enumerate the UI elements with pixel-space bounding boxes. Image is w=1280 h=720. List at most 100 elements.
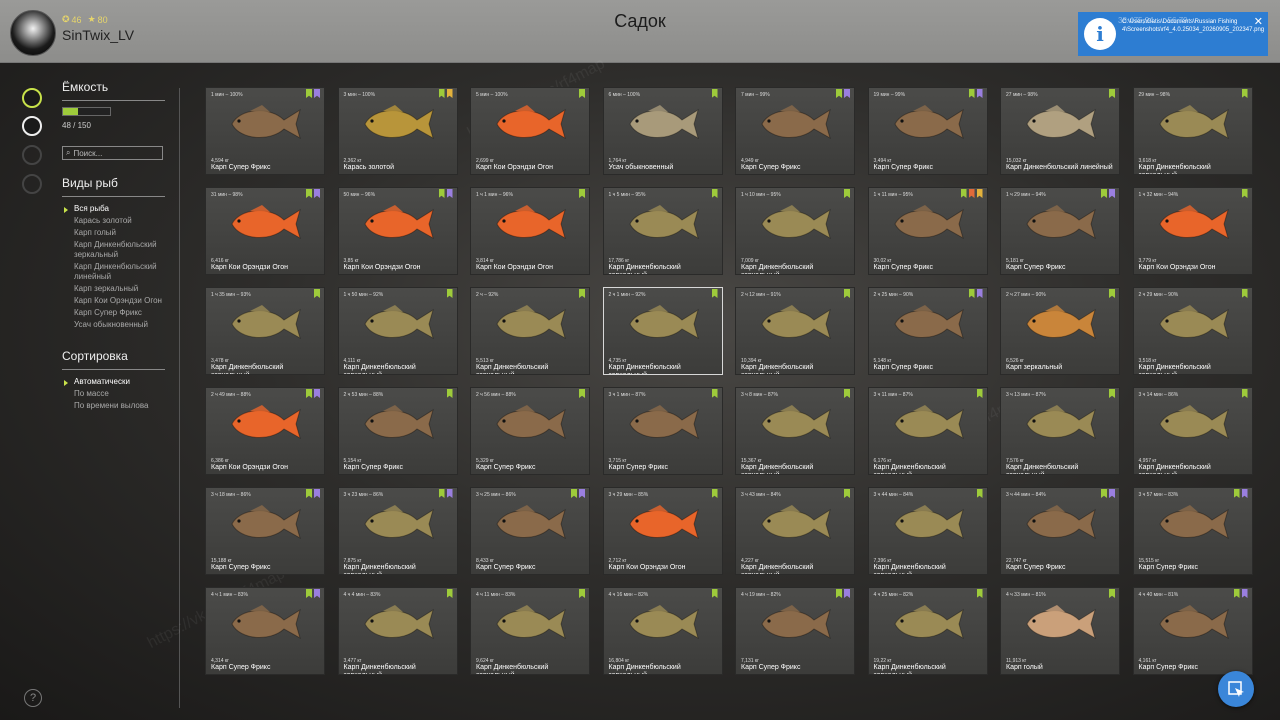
- catch-time: 4 ч 33 мин – 81%: [1006, 592, 1046, 598]
- fish-card[interactable]: 2 ч 49 мин – 88% 6,386 кг Карп Кои Орэндзи…: [205, 387, 325, 475]
- flag-icon: [579, 89, 585, 98]
- gear-icon[interactable]: [22, 174, 42, 194]
- catch-time: 3 ч 14 мин – 86%: [1138, 392, 1179, 398]
- fish-name: Карп Динкенбюльский зеркальный: [608, 664, 681, 674]
- fish-flags: [579, 189, 585, 198]
- fish-card[interactable]: 3 ч 8 мин – 87% 15,367 кг Карп Динкенбюльс…: [735, 387, 855, 475]
- fish-card[interactable]: 1 ч 5 мин – 95% 17,786 кг Карп Динкенбюльс…: [602, 187, 723, 275]
- fish-card[interactable]: 3 ч 25 мин – 86% 8,433 кг Карп Супер Фрикс: [470, 487, 590, 575]
- species-filter-item[interactable]: Карп Динкенбюльский линейный: [62, 261, 170, 283]
- flag-icon: [1241, 489, 1248, 498]
- fish-flags: [844, 289, 850, 298]
- help-icon[interactable]: ?: [24, 689, 42, 707]
- catch-time: 3 ч 13 мин – 87%: [1006, 392, 1046, 398]
- search-input[interactable]: ⌕ Поиск...: [62, 146, 163, 160]
- fish-card[interactable]: 27 мин – 98% 15,032 кг Карп Динкенбюльский…: [1000, 87, 1120, 175]
- fish-card[interactable]: 3 ч 1 мин – 87% 3,715 кг Карп Супер Фрикс: [602, 387, 723, 475]
- flag-icon: [1241, 89, 1248, 98]
- fish-name: Карп Динкенбюльский зеркальный: [873, 564, 946, 574]
- fish-card[interactable]: 2 ч – 92%5,513 кгКарп Динкенбюльский зер…: [470, 287, 590, 375]
- fish-card[interactable]: 3 ч 13 мин – 87% 7,576 кг Карп Динкенбюльс…: [1000, 387, 1120, 475]
- fish-image: [231, 105, 301, 140]
- species-filter-item[interactable]: Карп голый: [62, 227, 170, 239]
- catch-time: 2 ч 29 мин – 90%: [1138, 292, 1179, 298]
- flag-icon: [960, 189, 967, 198]
- fish-card[interactable]: 4 ч 1 мин – 83% 4,314 кг Карп Супер Фрикс: [205, 587, 325, 675]
- fish-image: [1026, 605, 1096, 640]
- fish-card[interactable]: 3 мин – 100% 2,362 кг Карась золотой: [337, 87, 458, 175]
- fish-card[interactable]: 3 ч 57 мин – 83% 15,515 кг Карп Супер Фрик…: [1132, 487, 1253, 575]
- tackle-icon[interactable]: [22, 145, 42, 165]
- bag-icon[interactable]: [22, 116, 42, 136]
- fish-card[interactable]: 1 ч 11 мин – 95% 30,02 кг Карп Супер Фрикс: [867, 187, 988, 275]
- flag-icon: [1109, 489, 1115, 498]
- sort-list: Автоматически По массе По времени вылова: [62, 376, 167, 412]
- fish-card[interactable]: 3 ч 44 мин – 84% 22,747 кг Карп Супер Фрик…: [1000, 487, 1120, 575]
- fish-card[interactable]: 19 мин – 99% 3,494 кг Карп Супер Фрикс: [867, 87, 988, 175]
- fish-card[interactable]: 2 ч 56 мин – 88% 5,329 кг Карп Супер Фрикс: [470, 387, 590, 475]
- fish-flags: [1241, 189, 1248, 198]
- species-filter-item[interactable]: Усач обыкновенный: [62, 319, 170, 331]
- catch-time: 1 ч 50 мин – 92%: [343, 292, 384, 298]
- sort-option[interactable]: По времени вылова: [62, 400, 170, 412]
- fish-card[interactable]: 1 ч 29 мин – 94% 5,181 кг Карп Супер Фрикс: [1000, 187, 1120, 275]
- fish-card[interactable]: 4 ч 19 мин – 82% 7,131 кг Карп Супер Фрикс: [735, 587, 855, 675]
- cursor-button[interactable]: [1218, 671, 1254, 707]
- fish-card[interactable]: 3 ч 18 мин – 86% 15,188 кг Карп Супер Фрик…: [205, 487, 325, 575]
- species-filter-item[interactable]: Карп зеркальный: [62, 283, 170, 295]
- fish-card[interactable]: 2 ч 27 мин – 90% 6,526 кг Карп зеркальный: [1000, 287, 1120, 375]
- fish-card[interactable]: 3 ч 23 мин – 86% 7,875 кг Карп Динкенбюльс…: [337, 487, 458, 575]
- fish-name: Карп Динкенбюльский зеркальный: [476, 664, 549, 674]
- fish-card[interactable]: 2 ч 29 мин – 90% 3,518 кг Карп Динкенбюльс…: [1132, 287, 1253, 375]
- fish-card[interactable]: 31 мин – 98% 6,416 кг Карп Кои Орэндзи Ого…: [205, 187, 325, 275]
- fish-card[interactable]: 1 мин – 100% 4,594 кг Карп Супер Фрикс: [205, 87, 325, 175]
- fish-card[interactable]: 3 ч 43 мин – 84% 4,227 кг Карп Динкенбюльс…: [735, 487, 855, 575]
- sort-option[interactable]: По массе: [62, 388, 170, 400]
- fish-card[interactable]: 7 мин – 99% 4,949 кг Карп Супер Фрикс: [735, 87, 855, 175]
- fish-card[interactable]: 1 ч 50 мин – 92% 4,111 кг Карп Динкенбюльс…: [337, 287, 458, 375]
- fish-card[interactable]: 50 мин – 96% 3,85 кг Карп Кои Орэндзи Огон: [337, 187, 458, 275]
- fish-card[interactable]: 1 ч 32 мин – 94% 3,779 кг Карп Кои Орэндзи…: [1132, 187, 1253, 275]
- fish-card[interactable]: 4 ч 16 мин – 82% 16,804 кг Карп Динкенбюль…: [602, 587, 723, 675]
- close-icon[interactable]: ✕: [1254, 15, 1263, 28]
- catch-time: 2 ч 12 мин – 91%: [741, 292, 781, 298]
- sidebar-divider: [179, 88, 180, 708]
- fish-card[interactable]: 4 ч 25 мин – 82% 19,22 кг Карп Динкенбюльс…: [867, 587, 988, 675]
- species-filter-item[interactable]: Карп Супер Фрикс: [62, 307, 170, 319]
- catch-time: 3 ч 25 мин – 86%: [476, 492, 516, 498]
- fish-card[interactable]: 4 ч 4 мин – 83% 3,477 кг Карп Динкенбюльск…: [337, 587, 458, 675]
- fish-card[interactable]: 3 ч 44 мин – 84% 7,396 кг Карп Динкенбюльс…: [867, 487, 988, 575]
- species-filter-item[interactable]: Карп Кои Орэндзи Огон: [62, 295, 170, 307]
- keepnet-icon[interactable]: [22, 88, 42, 108]
- sort-option[interactable]: Автоматически: [62, 376, 170, 388]
- fish-card[interactable]: 4 ч 33 мин – 81% 11,913 кг Карп голый: [1000, 587, 1120, 675]
- fish-card[interactable]: 2 ч 12 мин – 91% 10,394 кг Карп Динкенбюль…: [735, 287, 855, 375]
- fish-card[interactable]: 4 ч 11 мин – 83% 9,624 кг Карп Динкенбюльс…: [470, 587, 590, 675]
- fish-card[interactable]: 1 ч 10 мин – 95% 7,009 кг Карп Динкенбюльс…: [735, 187, 855, 275]
- fish-card[interactable]: 1 ч 35 мин – 93% 3,478 кг Карп Динкенбюльс…: [205, 287, 325, 375]
- fish-image: [1158, 205, 1229, 240]
- fish-card[interactable]: 3 ч 29 мин – 85% 2,712 кг Карп Кои Орэндзи…: [602, 487, 723, 575]
- fish-card[interactable]: 6 мин – 100% 1,764 кг Усач обыкновенный: [602, 87, 723, 175]
- fish-card[interactable]: 2 ч 25 мин – 90% 5,148 кг Карп Супер Фрикс: [867, 287, 988, 375]
- flag-icon: [968, 189, 975, 198]
- fish-card[interactable]: 4 ч 40 мин – 81% 4,161 кг Карп Супер Фрикс: [1132, 587, 1253, 675]
- fish-card[interactable]: 3 ч 11 мин – 87% 6,176 кг Карп Динкенбюльс…: [867, 387, 988, 475]
- flag-icon: [711, 89, 718, 98]
- species-filter-item[interactable]: Карась золотой: [62, 215, 170, 227]
- flag-icon: [446, 289, 453, 298]
- fish-card[interactable]: 29 мин – 98% 3,618 кг Карп Динкенбюльский …: [1132, 87, 1253, 175]
- fish-card[interactable]: 2 ч 53 мин – 88% 5,154 кг Карп Супер Фрикс: [337, 387, 458, 475]
- fish-name: Карп Динкенбюльский зеркальный: [873, 664, 946, 674]
- fish-card[interactable]: 5 мин – 100% 2,699 кг Карп Кои Орэндзи Ого…: [470, 87, 590, 175]
- fish-card[interactable]: 1 ч 1 мин – 96% 3,814 кг Карп Кои Орэндзи …: [470, 187, 590, 275]
- species-filter-item[interactable]: Вся рыба: [62, 203, 170, 215]
- fish-image: [628, 405, 699, 440]
- catch-time: 2 ч 53 мин – 88%: [343, 392, 384, 398]
- fish-card[interactable]: 3 ч 14 мин – 86% 4,957 кг Карп Динкенбюльс…: [1132, 387, 1253, 475]
- catch-time: 2 ч 49 мин – 88%: [211, 392, 251, 398]
- fish-card[interactable]: 2 ч 1 мин – 92% 4,735 кг Карп Динкенбюльск…: [602, 287, 723, 375]
- species-filter-item[interactable]: Карп Динкенбюльский зеркальный: [62, 239, 170, 261]
- catch-time: 3 ч 18 мин – 86%: [211, 492, 251, 498]
- flag-icon: [1109, 189, 1115, 198]
